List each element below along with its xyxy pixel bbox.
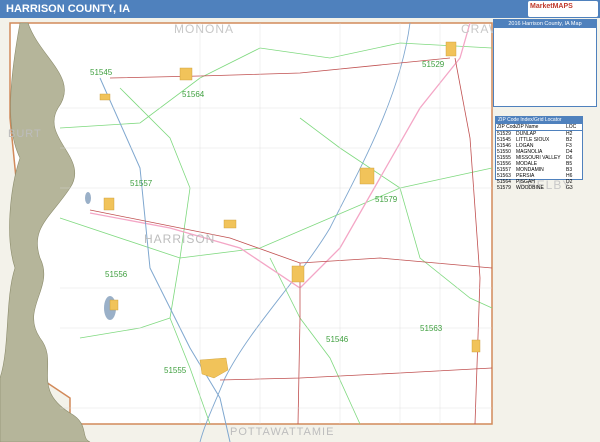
neighbor-south-label: POTTAWATTAMIE: [230, 426, 335, 438]
town-dunlap: [445, 41, 457, 57]
legend-title: 2016 Harrison County, IA Map: [494, 20, 596, 28]
neighbor-north-label: MONONA: [174, 22, 234, 36]
town-logan: [291, 265, 305, 283]
town-pisgah: [179, 67, 193, 81]
zip-label: 51563: [420, 324, 443, 333]
map-title: HARRISON COUNTY, IA: [6, 3, 131, 15]
zip-label: 51555: [164, 366, 187, 375]
locator-header-name: ZIP Name: [516, 124, 539, 130]
zip-label: 51557: [130, 179, 153, 188]
locator-row: 51579 WOODBINE G3: [496, 185, 582, 191]
town-modale: [109, 299, 119, 311]
locator-header-row: ZIP Code ZIP Name LOC: [496, 124, 582, 131]
map-page: HARRISON COUNTY, IA MarketMAPS MONONA CR…: [0, 0, 600, 442]
locator-grid-loc: G3: [566, 185, 573, 191]
town-persia: [471, 339, 481, 353]
brand-logo: MarketMAPS: [528, 1, 598, 17]
lake: [85, 192, 91, 204]
zip-label: 51564: [182, 90, 205, 99]
town-magnolia: [223, 219, 237, 229]
zip-label: 51545: [90, 68, 113, 77]
zip-label: 51529: [422, 60, 445, 69]
county-land: [9, 22, 493, 425]
county-name-label: HARRISON: [144, 232, 216, 246]
title-bar: HARRISON COUNTY, IA MarketMAPS: [0, 0, 600, 18]
zip-label: 51556: [105, 270, 128, 279]
town-woodbine: [359, 167, 375, 185]
locator-header-zip: ZIP Code: [497, 124, 516, 130]
town-little-sioux: [99, 93, 111, 101]
neighbor-west-label: BURT: [8, 128, 42, 140]
zip-locator-table: ZIP Code Index/Grid Locator ZIP Code ZIP…: [495, 116, 583, 191]
locator-title: ZIP Code Index/Grid Locator: [496, 117, 582, 124]
locator-rows: 51529 DUNLAP H2 51545 LITTLE SIOUX B2 51546 LOG…: [496, 131, 582, 191]
locator-zip-name: WOODBINE: [516, 185, 544, 191]
zip-label: 51546: [326, 335, 349, 344]
town-mondamin: [103, 197, 115, 211]
locator-zip-code: 51579: [497, 185, 511, 191]
brand-logo-text: MarketMAPS: [530, 3, 573, 10]
locator-header-loc: LOC: [566, 124, 577, 130]
zip-label: 51579: [375, 195, 398, 204]
map-legend: 2016 Harrison County, IA Map: [493, 19, 597, 107]
